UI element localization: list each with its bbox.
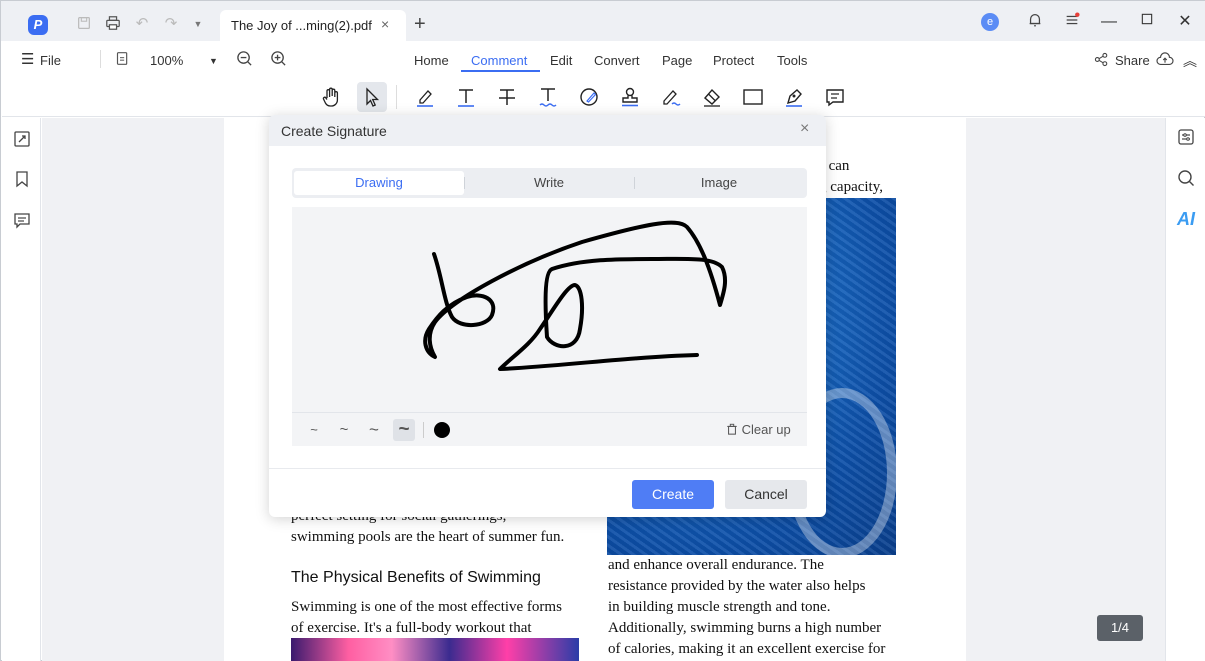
rectangle-icon[interactable] xyxy=(738,82,768,112)
print-icon[interactable] xyxy=(104,15,122,33)
create-button[interactable]: Create xyxy=(632,480,714,509)
sticky-note-icon[interactable] xyxy=(820,82,850,112)
shape-icon[interactable] xyxy=(574,82,604,112)
hand-icon[interactable] xyxy=(316,82,346,112)
divider xyxy=(423,422,424,438)
area-highlight-icon[interactable] xyxy=(656,82,686,112)
maximize-icon[interactable] xyxy=(1137,12,1157,32)
doc-text-line: and enhance overall endurance. The xyxy=(608,557,824,573)
comment-toolbar xyxy=(2,77,1205,117)
select-arrow-icon[interactable] xyxy=(357,82,387,112)
share-button[interactable]: Share xyxy=(1115,53,1150,68)
tab-comment[interactable]: Comment xyxy=(471,53,527,68)
text-icon[interactable] xyxy=(451,82,481,112)
active-tab-indicator xyxy=(461,70,540,72)
properties-icon[interactable] xyxy=(1176,127,1196,147)
trash-icon xyxy=(726,422,742,437)
search-icon[interactable] xyxy=(1176,168,1196,188)
zoom-out-icon[interactable] xyxy=(236,50,253,70)
doc-text-line: resistance provided by the water also he… xyxy=(608,578,866,594)
page-indicator: 1/4 xyxy=(1097,615,1143,641)
tab-home[interactable]: Home xyxy=(414,53,449,68)
highlight-icon[interactable] xyxy=(410,82,440,112)
stamp-icon[interactable] xyxy=(615,82,645,112)
divider xyxy=(396,85,397,109)
bell-icon[interactable] xyxy=(1025,12,1045,32)
comment-list-icon[interactable] xyxy=(12,210,32,230)
avatar[interactable]: e xyxy=(981,13,999,31)
redo-icon[interactable]: ↷ xyxy=(162,15,180,33)
tab-drawing[interactable]: Drawing xyxy=(294,171,464,195)
eraser-icon[interactable] xyxy=(697,82,727,112)
signature-drawing-canvas[interactable] xyxy=(292,207,807,412)
document-tab[interactable]: The Joy of ...ming(2).pdf × xyxy=(220,10,406,41)
dialog-close-icon[interactable]: × xyxy=(800,120,809,138)
new-tab-icon[interactable]: + xyxy=(414,14,426,34)
collapse-ribbon-icon[interactable]: ︽ xyxy=(1183,51,1197,71)
zoom-dropdown-icon[interactable]: ▼ xyxy=(209,56,218,66)
create-signature-dialog: Create Signature × Drawing Write Image ~… xyxy=(269,115,826,517)
hamburger-icon[interactable]: ☰ xyxy=(21,50,34,68)
doc-text-line: in building muscle strength and tone. xyxy=(608,599,831,615)
divider xyxy=(100,50,101,68)
pen-settings-bar: ~ ~ ~ ~ Clear up xyxy=(292,412,807,446)
close-window-icon[interactable]: ✕ xyxy=(1175,12,1195,32)
cloud-upload-icon[interactable] xyxy=(1156,52,1174,71)
dialog-header: Create Signature × xyxy=(269,115,826,146)
doc-text-line: of exercise. It's a full-body workout th… xyxy=(291,620,532,636)
underline-icon[interactable] xyxy=(533,82,563,112)
divider xyxy=(269,468,826,469)
tab-tools[interactable]: Tools xyxy=(777,53,807,68)
ai-assistant-icon[interactable]: AI xyxy=(1176,209,1196,229)
tab-image[interactable]: Image xyxy=(634,171,804,195)
thumbnail-icon[interactable] xyxy=(12,129,32,149)
doc-text-line: g capacity, xyxy=(819,179,883,195)
app-logo-icon: P xyxy=(28,15,48,35)
tab-edit[interactable]: Edit xyxy=(550,53,572,68)
pen-icon[interactable] xyxy=(779,82,809,112)
bookmark-icon[interactable] xyxy=(12,169,32,189)
dialog-title: Create Signature xyxy=(281,123,387,139)
file-menu[interactable]: File xyxy=(40,53,61,68)
doc-text-line: Swimming is one of the most effective fo… xyxy=(291,599,562,615)
pen-color-swatch[interactable] xyxy=(434,422,450,438)
share-icon[interactable] xyxy=(1094,52,1109,70)
strikethrough-icon[interactable] xyxy=(492,82,522,112)
stroke-width-option[interactable]: ~ xyxy=(303,419,325,441)
stroke-width-option[interactable]: ~ xyxy=(333,419,355,441)
section-heading: The Physical Benefits of Swimming xyxy=(291,569,541,586)
tab-protect[interactable]: Protect xyxy=(713,53,754,68)
doc-text-line: of calories, making it an excellent exer… xyxy=(608,641,886,657)
page-view-icon[interactable] xyxy=(115,51,130,69)
zoom-in-icon[interactable] xyxy=(270,50,287,70)
clear-up-button[interactable]: Clear up xyxy=(726,422,791,437)
tab-write[interactable]: Write xyxy=(464,171,634,195)
doc-text-line: swimming pools are the heart of summer f… xyxy=(291,529,565,545)
document-tab-title: The Joy of ...ming(2).pdf xyxy=(231,18,372,33)
title-bar: P ↶ ↷ ▼ The Joy of ...ming(2).pdf × + e … xyxy=(1,1,1205,41)
zoom-level[interactable]: 100% xyxy=(150,53,183,68)
menu-bar: ☰ File 100% ▼ Home Comment Edit Convert … xyxy=(2,41,1205,77)
tab-close-icon[interactable]: × xyxy=(381,16,389,32)
stroke-width-option[interactable]: ~ xyxy=(363,419,385,441)
quick-access-dropdown-icon[interactable]: ▼ xyxy=(189,15,207,33)
doc-text-line: Additionally, swimming burns a high numb… xyxy=(608,620,882,636)
tab-page[interactable]: Page xyxy=(662,53,692,68)
stroke-width-option-selected[interactable]: ~ xyxy=(393,419,415,441)
minimize-icon[interactable]: — xyxy=(1099,12,1119,32)
tab-convert[interactable]: Convert xyxy=(594,53,640,68)
signature-stroke xyxy=(423,220,728,371)
clear-up-label: Clear up xyxy=(741,422,791,437)
left-sidebar xyxy=(2,118,41,661)
menu-icon[interactable] xyxy=(1062,12,1082,32)
undo-icon[interactable]: ↶ xyxy=(133,15,151,33)
swimming-photo xyxy=(291,638,579,661)
save-icon[interactable] xyxy=(75,15,93,33)
right-sidebar: AI xyxy=(1165,118,1205,661)
app-window: P ↶ ↷ ▼ The Joy of ...ming(2).pdf × + e … xyxy=(0,0,1205,661)
cancel-button[interactable]: Cancel xyxy=(725,480,807,509)
signature-mode-tabs: Drawing Write Image xyxy=(292,168,807,198)
